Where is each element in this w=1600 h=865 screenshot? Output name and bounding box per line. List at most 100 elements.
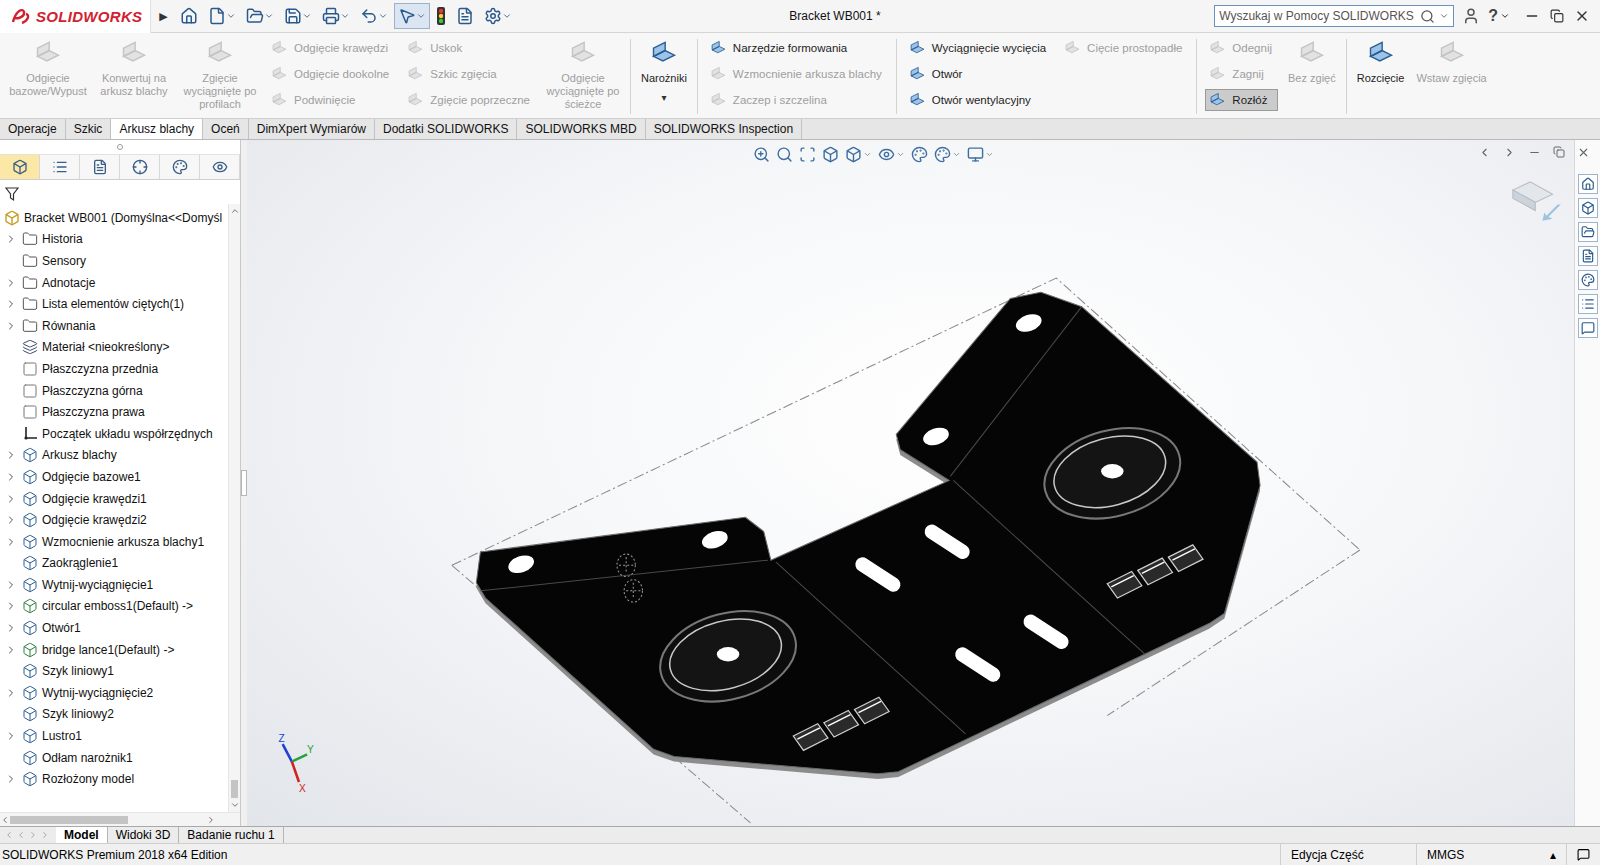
hud-button[interactable] — [822, 146, 839, 163]
tree-item[interactable]: Adnotacje — [0, 272, 228, 294]
task-pane-button[interactable] — [1578, 246, 1598, 266]
expand-slot[interactable] — [4, 471, 18, 483]
next-tab-icon[interactable] — [28, 830, 38, 840]
panel-tab[interactable] — [160, 155, 200, 179]
bottom-tab[interactable]: Badanie ruchu 1 — [179, 827, 283, 843]
ribbon-button[interactable]: Zaczep i szczelina — [706, 89, 888, 111]
command-tab[interactable]: Arkusz blachy — [111, 119, 203, 139]
tree-item[interactable]: Odłam narożnik1 — [0, 747, 228, 769]
previous-tab-icon[interactable] — [16, 830, 26, 840]
expand-arrow-icon[interactable] — [5, 536, 17, 548]
tree-item[interactable]: Materiał <nieokreślony> — [0, 337, 228, 359]
ribbon-button[interactable]: Szkic zgięcia — [403, 63, 536, 85]
scroll-up-icon[interactable] — [230, 206, 240, 216]
collapse-left-icon[interactable] — [1478, 146, 1491, 159]
unit-system[interactable]: MMGS▴ — [1416, 844, 1566, 865]
command-tab[interactable]: SOLIDWORKS Inspection — [646, 119, 802, 139]
expand-slot[interactable] — [4, 449, 18, 461]
ribbon-button[interactable]: Wzmocnienie arkusza blachy — [706, 63, 888, 85]
tree-item[interactable]: Wzmocnienie arkusza blachy1 — [0, 531, 228, 553]
part-view[interactable]: ZYX — [247, 140, 1574, 826]
command-tab[interactable]: Szkic — [66, 119, 112, 139]
ribbon-large-button[interactable]: Odgięcie wyciągnięte po ścieżce — [541, 37, 625, 114]
tree-item[interactable]: Równania — [0, 315, 228, 337]
tree-item[interactable]: Otwór1 — [0, 617, 228, 639]
collapse-right-icon[interactable] — [1503, 146, 1516, 159]
hud-button[interactable] — [776, 146, 793, 163]
ribbon-large-button[interactable]: Zgięcie wyciągnięte po profilach — [178, 37, 262, 114]
expand-slot[interactable] — [4, 773, 18, 785]
panel-tab[interactable] — [200, 155, 240, 179]
new-button[interactable] — [204, 3, 240, 29]
tree-item[interactable]: Odgięcie bazowe1 — [0, 466, 228, 488]
status-icon-cell[interactable] — [1566, 844, 1600, 865]
dropdown-arrow[interactable]: ▾ — [661, 91, 666, 104]
minimize-icon[interactable] — [1528, 146, 1541, 159]
expand-arrow-icon[interactable] — [5, 644, 17, 656]
panel-tab[interactable] — [0, 155, 40, 179]
help-search[interactable]: Wyszukaj w Pomocy SOLIDWORKS — [1214, 5, 1454, 27]
tree-item[interactable]: Wytnij-wyciągnięcie1 — [0, 574, 228, 596]
expand-arrow-icon[interactable] — [5, 277, 17, 289]
expand-slot[interactable] — [4, 600, 18, 612]
expand-slot[interactable] — [4, 536, 18, 548]
tree-root[interactable]: Bracket WB001 (Domyślna<<Domyśl — [0, 207, 228, 229]
expand-arrow-icon[interactable] — [5, 773, 17, 785]
scroll-thumb[interactable] — [231, 780, 238, 798]
ribbon-button[interactable]: Odegnij — [1205, 37, 1278, 59]
expand-arrow-icon[interactable] — [5, 320, 17, 332]
hud-button[interactable] — [753, 146, 770, 163]
undo-button[interactable] — [356, 3, 392, 29]
command-tab[interactable]: SOLIDWORKS MBD — [517, 119, 645, 139]
open-button[interactable] — [242, 3, 278, 29]
menu-arrow[interactable]: ▶ — [151, 10, 175, 23]
filter-icon[interactable] — [4, 186, 20, 202]
tree-item[interactable]: Zaokrąglenie1 — [0, 553, 228, 575]
task-pane-button[interactable] — [1578, 294, 1598, 314]
expand-slot[interactable] — [4, 644, 18, 656]
user-icon[interactable] — [1462, 7, 1480, 25]
expand-slot[interactable] — [4, 277, 18, 289]
ribbon-button[interactable]: Wyciągnięcie wycięcia — [905, 37, 1052, 59]
expand-arrow-icon[interactable] — [5, 687, 17, 699]
vertical-scrollbar[interactable] — [228, 204, 240, 812]
expand-arrow-icon[interactable] — [5, 622, 17, 634]
expand-slot[interactable] — [4, 730, 18, 742]
expand-slot[interactable] — [4, 514, 18, 526]
tree-item[interactable]: Rozłożony model — [0, 768, 228, 790]
last-tab-icon[interactable] — [40, 830, 50, 840]
ribbon-large-button[interactable]: Konwertuj na arkusz blachy — [92, 37, 176, 101]
sheet-metal-part[interactable] — [476, 292, 1260, 774]
hud-button[interactable] — [799, 146, 816, 163]
scroll-right-icon[interactable] — [206, 815, 216, 825]
save-button[interactable] — [280, 3, 316, 29]
command-tab[interactable]: Operacje — [0, 119, 66, 139]
home-button[interactable] — [176, 3, 202, 29]
tree-item[interactable]: Historia — [0, 229, 228, 251]
close-icon[interactable] — [1577, 146, 1590, 159]
print-button[interactable] — [318, 3, 354, 29]
task-pane-button[interactable] — [1578, 198, 1598, 218]
restore-icon[interactable] — [1550, 9, 1564, 23]
tree-item[interactable]: bridge lance1(Default) -> — [0, 639, 228, 661]
ribbon-button[interactable]: Otwór wentylacyjny — [905, 89, 1052, 111]
tree-item[interactable]: Początek układu współrzędnych — [0, 423, 228, 445]
tree-item[interactable]: Odgięcie krawędzi2 — [0, 509, 228, 531]
task-pane-button[interactable] — [1578, 270, 1598, 290]
expand-arrow-icon[interactable] — [5, 579, 17, 591]
ribbon-button[interactable]: Narzędzie formowania — [706, 37, 888, 59]
first-tab-icon[interactable] — [4, 830, 14, 840]
view-orientation-icon[interactable] — [1513, 182, 1561, 221]
select-button[interactable] — [394, 3, 430, 29]
expand-arrow-icon[interactable] — [5, 298, 17, 310]
command-tab[interactable]: Oceń — [203, 119, 249, 139]
bottom-tab[interactable]: Widoki 3D — [108, 827, 180, 843]
viewport[interactable]: ZYX — [247, 140, 1574, 826]
tree-item[interactable]: Lista elementów ciętych(1) — [0, 293, 228, 315]
ribbon-large-button[interactable]: Narożniki▾ — [636, 37, 692, 107]
h-scroll-thumb[interactable] — [10, 816, 128, 824]
options-button[interactable] — [480, 3, 516, 29]
expand-arrow-icon[interactable] — [5, 730, 17, 742]
bottom-tab[interactable]: Model — [56, 827, 108, 843]
ribbon-button[interactable]: Uskok — [403, 37, 536, 59]
